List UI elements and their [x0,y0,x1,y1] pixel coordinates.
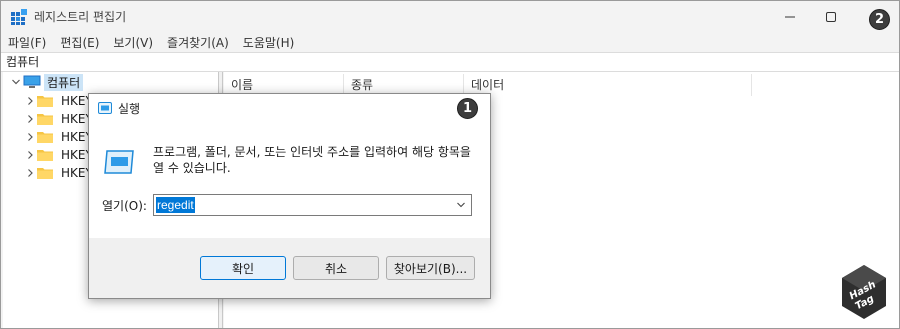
window-title: 레지스트리 편집기 [34,10,127,24]
maximize-icon [826,11,836,22]
folder-icon [37,114,53,125]
menu-edit[interactable]: 편집(E) [60,34,99,51]
chevron-right-icon[interactable] [23,94,37,108]
chevron-right-icon[interactable] [23,112,37,126]
address-bar[interactable]: 컴퓨터 [1,52,899,72]
folder-icon [37,150,53,161]
title-bar: 레지스트리 편집기 2 [1,1,899,32]
open-label: 열기(O): [102,199,147,213]
folder-icon [37,168,53,179]
ok-button[interactable]: 확인 [200,256,286,280]
registry-editor-window: 레지스트리 편집기 2 파일(F) 편집(E) 보기(V) 즐겨찾기(A) 도움… [0,0,900,329]
cancel-button[interactable]: 취소 [293,256,379,280]
menu-bar: 파일(F) 편집(E) 보기(V) 즐겨찾기(A) 도움말(H) [1,32,899,52]
run-dialog: 실행 1 프로그램, 폴더, 문서, 또는 인터넷 주소를 입력하여 해당 항목… [88,93,491,299]
minimize-icon [785,16,795,17]
run-title-bar: 실행 1 [89,94,490,122]
step-badge-2: 2 [869,9,890,30]
hashtag-watermark-logo: Hash Tag [842,265,886,319]
open-input-value[interactable]: regedit [156,197,195,213]
run-dialog-body: 프로그램, 폴더, 문서, 또는 인터넷 주소를 입력하여 해당 항목을 열 수… [89,122,490,238]
chevron-down-icon[interactable] [454,198,468,212]
menu-view[interactable]: 보기(V) [113,34,153,51]
folder-icon [37,132,53,143]
run-program-icon [104,150,134,174]
menu-help[interactable]: 도움말(H) [243,34,295,51]
tree-item-computer[interactable]: 컴퓨터 [9,73,84,91]
maximize-button[interactable] [808,1,854,32]
open-input[interactable]: regedit [153,194,472,216]
menu-favorites[interactable]: 즐겨찾기(A) [167,34,229,51]
browse-button[interactable]: 찾아보기(B)... [386,256,475,280]
step-badge-1: 1 [457,98,478,119]
run-dialog-title: 실행 [118,102,141,116]
folder-icon [37,96,53,107]
run-description: 프로그램, 폴더, 문서, 또는 인터넷 주소를 입력하여 해당 항목을 열 수… [153,145,471,175]
chevron-down-icon[interactable] [9,75,23,89]
column-header-data[interactable]: 데이터 [464,74,752,96]
menu-file[interactable]: 파일(F) [8,34,46,51]
chevron-right-icon[interactable] [23,166,37,180]
minimize-button[interactable] [767,1,813,32]
registry-editor-icon [11,9,27,25]
tree-label: 컴퓨터 [44,73,84,91]
run-icon [98,102,112,114]
chevron-right-icon[interactable] [23,148,37,162]
computer-icon [23,75,41,88]
chevron-right-icon[interactable] [23,130,37,144]
